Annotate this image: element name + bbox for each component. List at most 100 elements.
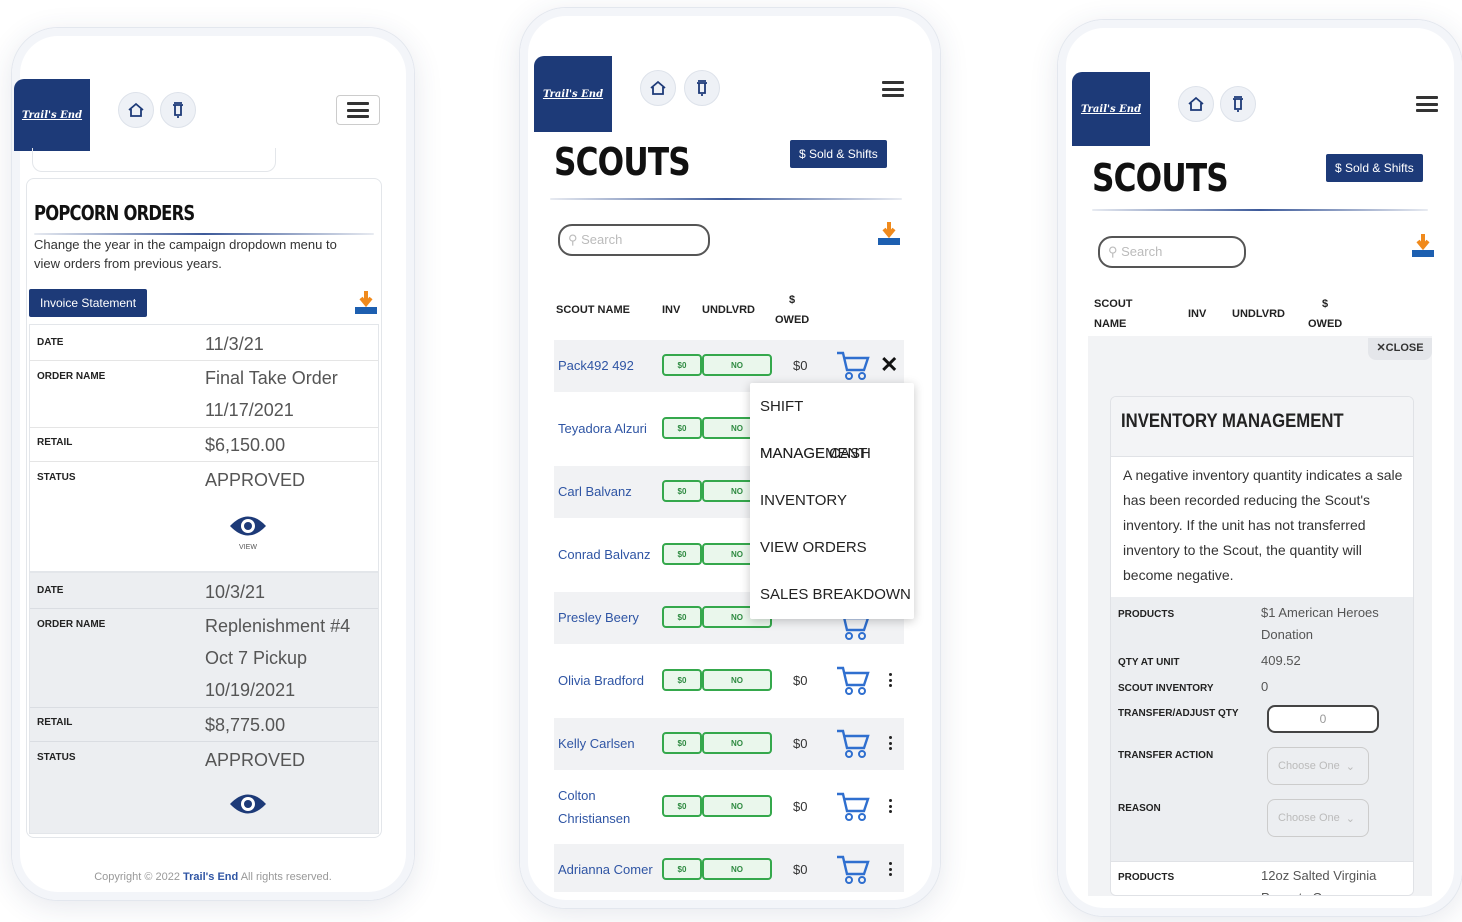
col-owed-symbol[interactable]: $ [1322,294,1328,314]
scout-name-link[interactable]: Kelly Carlsen [558,732,635,755]
menu-item-sales-breakdown[interactable]: SALES BREAKDOWN [750,571,914,618]
menu-icon[interactable] [1416,96,1438,112]
logo-text: Trail's End [21,109,83,121]
title-underline [1092,209,1428,211]
scout-name-link[interactable]: Teyadora Alzuri [558,417,647,440]
menu-item-inventory[interactable]: INVENTORY [750,477,914,524]
table-row: Kelly Carlsen $0 NO $0 [554,718,904,770]
undlvrd-pill[interactable]: NO [702,795,772,817]
sold-shifts-button[interactable]: $ Sold & Shifts [1326,154,1423,182]
bell-icon[interactable] [684,70,720,106]
products-label: PRODUCTS [1118,872,1175,883]
download-icon[interactable] [876,220,902,248]
download-icon[interactable] [1410,232,1436,260]
divider [30,427,378,428]
invoice-statement-button[interactable]: Invoice Statement [29,289,148,317]
bell-icon[interactable] [160,92,196,128]
inv-pill[interactable]: $0 [662,795,702,817]
view-button[interactable]: VIEW [226,513,270,559]
menu-item-view-orders[interactable]: VIEW ORDERS [750,524,914,571]
table-row: Olivia Bradford $0 NO $0 [554,655,904,707]
menu-button[interactable] [336,95,380,125]
menu-icon[interactable] [882,81,904,97]
product-name-line-2: Donation [1261,627,1314,642]
undlvrd-pill[interactable]: NO [702,669,772,691]
scout-name-link[interactable]: Presley Beery [558,606,639,629]
cart-icon[interactable] [836,350,870,380]
home-icon[interactable] [640,70,676,106]
undlvrd-pill[interactable]: NO [702,732,772,754]
search-input[interactable]: ⚲ Search [1098,236,1246,268]
select-placeholder: Choose One [1278,812,1340,824]
scout-name-link[interactable]: Carl Balvanz [558,480,632,503]
more-options-icon[interactable] [889,673,893,687]
search-input[interactable]: ⚲ Search [558,224,710,256]
col-owed[interactable]: OWED [1308,314,1342,334]
col-inv[interactable]: INV [662,300,680,320]
inv-pill[interactable]: $0 [662,858,702,880]
col-name[interactable]: NAME [1094,314,1126,334]
order-status: APPROVED [205,750,306,770]
reason-select[interactable]: Choose One ⌄ [1267,799,1369,837]
divider [30,461,378,462]
trails-end-logo[interactable]: Trail's End [534,56,612,132]
scout-name-link[interactable]: Pack492 492 [558,354,634,377]
col-inv[interactable]: INV [1188,304,1206,324]
scout-name-link-line-2[interactable]: Christiansen [558,807,630,830]
products-label: PRODUCTS [1118,609,1175,620]
home-icon[interactable] [118,92,154,128]
trails-end-logo[interactable]: Trail's End [14,79,90,151]
scout-name-link[interactable]: Adrianna Comer [558,858,653,881]
inv-pill[interactable]: $0 [662,354,702,376]
col-scout[interactable]: SCOUT [1094,294,1133,314]
download-icon[interactable] [353,289,379,317]
owed-value: $0 [793,673,808,688]
more-options-icon[interactable] [889,862,893,876]
cart-icon[interactable] [836,728,870,758]
transfer-action-label: TRANSFER ACTION [1118,750,1214,761]
cart-icon[interactable] [836,854,870,884]
scout-name-link[interactable]: Olivia Bradford [558,669,644,692]
transfer-action-select[interactable]: Choose One ⌄ [1267,747,1369,785]
inv-pill[interactable]: $0 [662,606,702,628]
scout-name-link[interactable]: Conrad Balvanz [558,543,651,566]
inv-pill[interactable]: $0 [662,543,702,565]
trails-end-logo[interactable]: Trail's End [1072,72,1150,146]
eye-icon [230,516,266,536]
more-options-icon[interactable] [889,799,893,813]
phone-inventory-management: Trail's End SCOUTS $ Sold & Shifts ⚲ Sea… [1058,20,1462,916]
product-detail-block: PRODUCTS 12oz Salted Virginia Peanuts Ca… [1111,861,1413,895]
order-name-line-1: Replenishment #4 [205,616,351,636]
col-undlvrd[interactable]: UNDLVRD [702,300,755,320]
view-button[interactable] [226,791,270,831]
undlvrd-pill[interactable]: NO [702,354,772,376]
col-scout-name[interactable]: SCOUT NAME [556,300,630,320]
modal-description: A negative inventory quantity indicates … [1123,467,1403,583]
menu-item-shift-management[interactable]: SHIFT MANAGEMENT [750,383,914,462]
transfer-qty-input[interactable]: 0 [1267,705,1379,733]
divider [30,608,378,609]
undlvrd-pill[interactable]: NO [702,858,772,880]
sold-shifts-button[interactable]: $ Sold & Shifts [790,140,887,168]
chevron-down-icon: ⌄ [1345,812,1355,825]
inv-pill[interactable]: $0 [662,732,702,754]
inv-pill[interactable]: $0 [662,669,702,691]
menu-item-manage-cash[interactable]: MANAGE CASH [750,430,914,477]
footer-brand-link[interactable]: Trail's End [183,871,238,883]
more-options-icon[interactable] [889,736,893,750]
bell-icon[interactable] [1220,86,1256,122]
col-undlvrd[interactable]: UNDLVRD [1232,304,1285,324]
home-icon[interactable] [1178,86,1214,122]
qty-at-unit-label: QTY AT UNIT [1118,657,1180,668]
retail-label: RETAIL [37,717,73,728]
cart-icon[interactable] [836,791,870,821]
cart-icon[interactable] [836,665,870,695]
inv-pill[interactable]: $0 [662,480,702,502]
modal-title: INVENTORY MANAGEMENT [1121,411,1344,432]
inv-pill[interactable]: $0 [662,417,702,439]
scout-name-link[interactable]: Colton [558,784,596,807]
close-icon[interactable]: ✕ [880,352,898,378]
col-owed-symbol[interactable]: $ [789,290,795,310]
col-owed[interactable]: OWED [775,310,809,330]
close-button[interactable]: ✕CLOSE [1368,338,1432,360]
